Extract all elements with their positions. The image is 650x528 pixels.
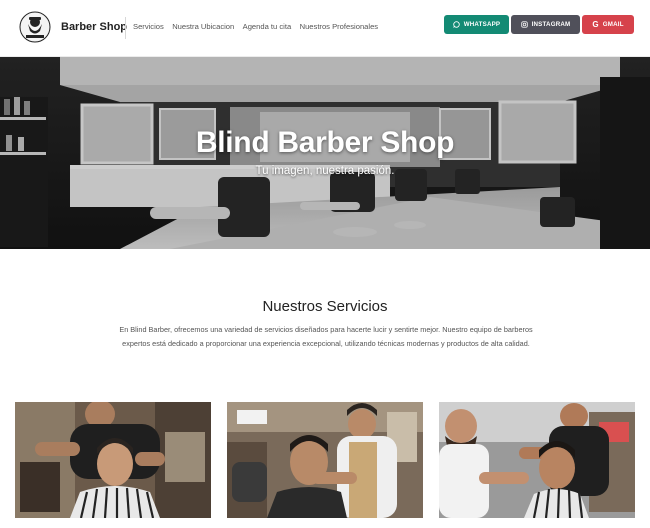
barber-haircut-photo [439, 402, 635, 518]
brand-name[interactable]: Barber Shop [61, 21, 127, 33]
service-card[interactable] [15, 402, 211, 518]
barber-haircut-photo [15, 402, 211, 518]
nav-link-profesionales[interactable]: Nuestros Profesionales [300, 22, 379, 31]
brand-divider [125, 17, 126, 39]
instagram-label: INSTAGRAM [531, 21, 571, 28]
service-card[interactable] [227, 402, 423, 518]
instagram-icon [520, 21, 528, 28]
gmail-label: GMAIL [602, 21, 624, 28]
hero-title: Blind Barber Shop [195, 126, 455, 159]
hero-subtitle: Tu imagen, nuestra pasión. [255, 165, 395, 177]
hero-banner: Blind Barber Shop Tu imagen, nuestra pas… [0, 57, 650, 249]
whatsapp-label: WHATSAPP [463, 21, 501, 28]
service-card[interactable] [439, 402, 635, 518]
services-title: Nuestros Servicios [262, 298, 388, 315]
navbar: Barber Shop Servicios Nuestra Ubicacion … [0, 0, 650, 57]
instagram-button[interactable]: INSTAGRAM [511, 15, 580, 34]
google-icon: G [592, 20, 599, 29]
nav-link-agenda[interactable]: Agenda tu cita [243, 22, 292, 31]
gmail-button[interactable]: G GMAIL [582, 15, 634, 34]
whatsapp-button[interactable]: WHATSAPP [444, 15, 509, 34]
nav-links: Servicios Nuestra Ubicacion Agenda tu ci… [133, 22, 387, 31]
nav-link-servicios[interactable]: Servicios [133, 22, 164, 31]
nav-link-ubicacion[interactable]: Nuestra Ubicacion [172, 22, 234, 31]
whatsapp-icon [452, 21, 460, 28]
services-description: En Blind Barber, ofrecemos una variedad … [119, 325, 533, 349]
barber-logo-icon[interactable] [19, 11, 51, 43]
barber-haircut-photo [227, 402, 423, 518]
